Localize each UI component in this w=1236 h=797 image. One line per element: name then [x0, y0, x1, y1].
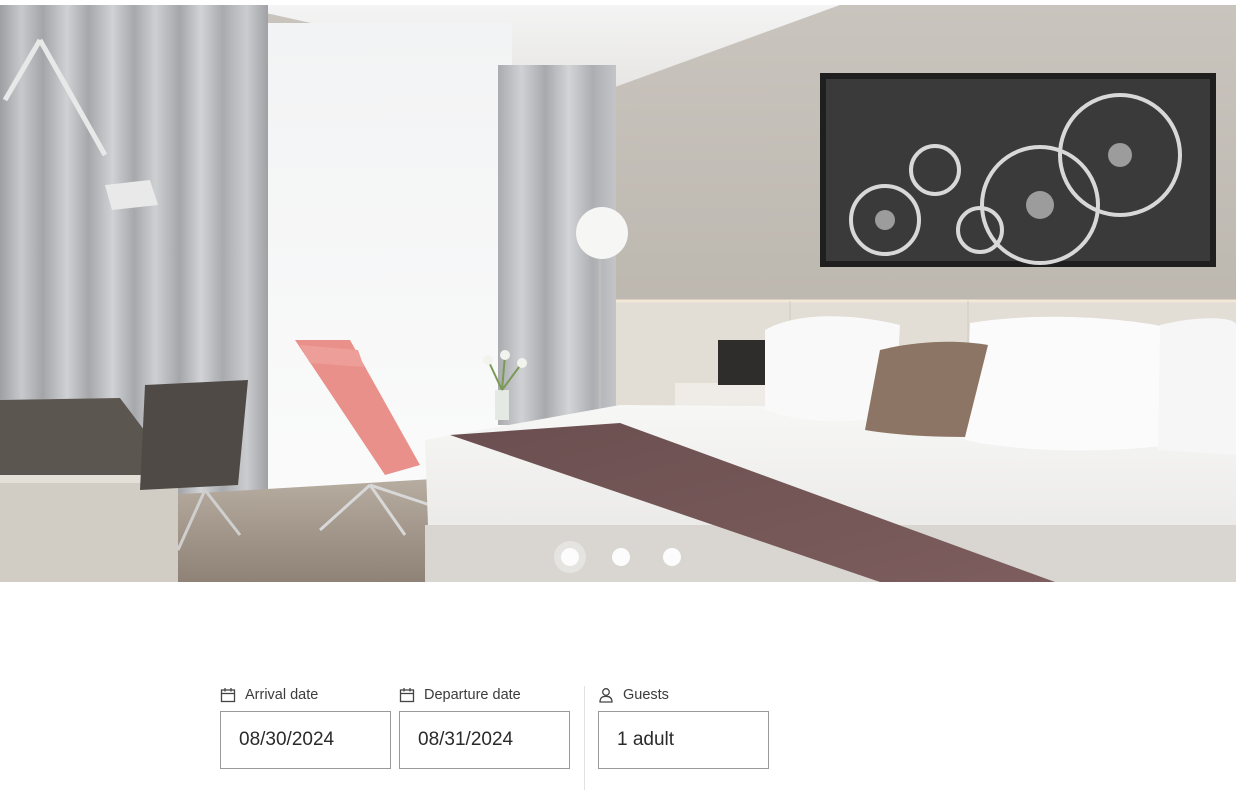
- carousel-dot-1[interactable]: [561, 548, 579, 566]
- arrival-date-input[interactable]: 08/30/2024: [220, 711, 391, 769]
- carousel-dot-2[interactable]: [612, 548, 630, 566]
- guests-input[interactable]: 1 adult: [598, 711, 769, 769]
- carousel-pagination: [0, 541, 1236, 573]
- arrival-date-label-row: Arrival date: [220, 684, 318, 706]
- hero-carousel[interactable]: [0, 5, 1236, 582]
- carousel-dot-3[interactable]: [663, 548, 681, 566]
- calendar-icon: [220, 687, 236, 703]
- departure-date-label: Departure date: [424, 687, 521, 703]
- calendar-icon: [399, 687, 415, 703]
- guests-label-row: Guests: [598, 684, 669, 706]
- booking-form: Arrival date 08/30/2024 Departure date 0…: [220, 684, 780, 790]
- person-icon: [598, 687, 614, 703]
- arrival-date-label: Arrival date: [245, 687, 319, 703]
- field-divider: [584, 686, 585, 790]
- guests-label: Guests: [623, 687, 669, 703]
- hotel-room-image: [0, 5, 1236, 582]
- departure-date-label-row: Departure date: [399, 684, 521, 706]
- departure-date-input[interactable]: 08/31/2024: [399, 711, 570, 769]
